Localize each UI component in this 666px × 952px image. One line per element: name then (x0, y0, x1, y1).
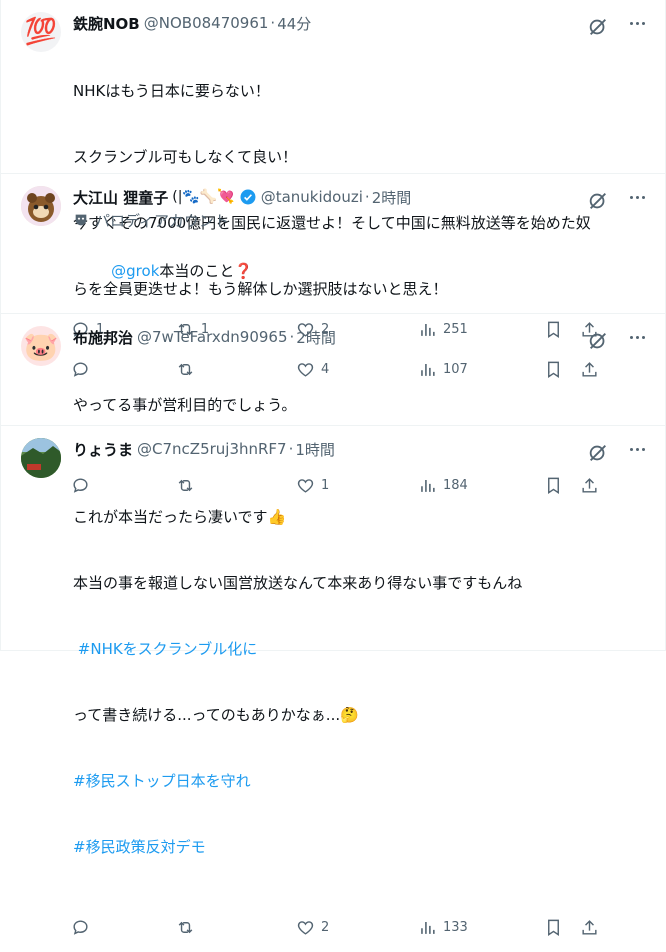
parody-label: パロディアカウント (73, 208, 599, 232)
avatar[interactable] (21, 438, 61, 478)
bookmark-button[interactable] (544, 918, 580, 937)
action-bar: 2 133 (71, 902, 599, 952)
separator-dot: · (364, 188, 370, 206)
hashtag-link[interactable]: #NHKをスクランブル化に (73, 638, 599, 660)
avatar-emoji: 💯 (24, 17, 58, 47)
avatar[interactable] (21, 186, 61, 226)
user-handle[interactable]: @tanukidouzi (261, 188, 363, 206)
display-name[interactable]: 鉄腕NOB (73, 13, 140, 34)
reply-feed: 💯 鉄腕NOB @NOB08470961 · 44分 NHKはもう日本に要らない… (0, 0, 666, 936)
views-button[interactable]: 133 (418, 918, 544, 937)
more-icon[interactable] (630, 196, 645, 199)
tweet-header: 布施邦治 @7wTeFarxdn90965 · 2時間 (73, 326, 599, 348)
grok-icon[interactable] (587, 330, 609, 352)
tweet[interactable]: 🐷 布施邦治 @7wTeFarxdn90965 · 2時間 やってる事が営利目的… (1, 314, 665, 494)
tweet[interactable]: りょうま @C7ncZ5ruj3hnRF7 · 1時間 これが本当だったら凄いで… (1, 426, 665, 936)
tweet[interactable]: 大江山 狸童子 (|🐾🦴💘 @tanukidouzi · 2時間 パロディアカウ… (1, 174, 665, 338)
mention-link[interactable]: @grok (111, 262, 159, 280)
retweet-button[interactable] (176, 918, 296, 937)
verified-badge-icon[interactable] (239, 188, 257, 206)
avatar[interactable]: 🐷 (21, 326, 61, 366)
like-button[interactable]: 2 (296, 918, 418, 937)
reply-button[interactable] (71, 918, 176, 937)
tweet-header: 大江山 狸童子 (|🐾🦴💘 @tanukidouzi · 2時間 (73, 186, 599, 208)
views-icon (421, 921, 435, 934)
tweet-header: りょうま @C7ncZ5ruj3hnRF7 · 1時間 (73, 438, 599, 460)
like-count: 2 (320, 919, 330, 935)
user-handle[interactable]: @NOB08470961 (144, 14, 269, 32)
avatar[interactable]: 💯 (21, 12, 61, 52)
reply-icon (73, 919, 88, 935)
display-name[interactable]: 布施邦治 (73, 327, 133, 348)
parody-text: パロディアカウント (95, 211, 229, 230)
text-line: スクランブル可もしなくて良い！ (73, 148, 298, 166)
separator-dot: · (288, 440, 294, 458)
mask-icon (75, 214, 87, 226)
landscape-avatar-icon (21, 438, 61, 478)
bookmark-icon (547, 919, 559, 936)
name-emoji-suffix: (|🐾🦴💘 (172, 189, 235, 205)
timestamp[interactable]: 1時間 (295, 439, 335, 460)
user-handle[interactable]: @C7ncZ5ruj3hnRF7 (137, 440, 287, 458)
display-name[interactable]: りょうま (73, 439, 133, 460)
heart-icon (297, 920, 314, 935)
text-line: NHKはもう日本に要らない！ (73, 82, 270, 100)
more-icon[interactable] (630, 22, 645, 25)
tanuki-avatar-icon (21, 186, 61, 226)
text-line: これが本当だったら凄いです👍 (73, 508, 287, 526)
avatar-emoji: 🐷 (23, 329, 59, 363)
share-icon (582, 919, 597, 935)
more-icon[interactable] (630, 336, 645, 339)
text-content: 本当のこと❓ (159, 262, 254, 280)
text-line: って書き続ける...ってのもありかなぁ...🤔 (73, 706, 359, 724)
timestamp[interactable]: 2時間 (372, 187, 412, 208)
separator-dot: · (270, 14, 276, 32)
tweet[interactable]: 💯 鉄腕NOB @NOB08470961 · 44分 NHKはもう日本に要らない… (1, 0, 665, 378)
hashtag-link[interactable]: #移民政策反対デモ (73, 836, 599, 858)
share-button[interactable] (580, 918, 599, 937)
tweet-header: 鉄腕NOB @NOB08470961 · 44分 (73, 12, 599, 34)
text-line: 本当の事を報道しない国営放送なんて本来あり得ない事ですもんね (73, 574, 523, 592)
user-handle[interactable]: @7wTeFarxdn90965 (137, 328, 287, 346)
tweet-text: これが本当だったら凄いです👍 本当の事を報道しない国営放送なんて本来あり得ない事… (73, 462, 599, 902)
grok-icon[interactable] (587, 442, 609, 464)
display-name[interactable]: 大江山 狸童子 (73, 187, 168, 208)
grok-icon[interactable] (587, 190, 609, 212)
tweet-text: @grok本当のこと❓ (73, 238, 599, 304)
hashtag-link[interactable]: #移民ストップ日本を守れ (73, 770, 599, 792)
view-count: 133 (442, 919, 468, 935)
timestamp[interactable]: 44分 (277, 13, 311, 34)
more-icon[interactable] (630, 448, 645, 451)
text-line: やってる事が営利目的でしょう。 (73, 396, 297, 414)
grok-icon[interactable] (587, 16, 609, 38)
separator-dot: · (289, 328, 295, 346)
retweet-icon (178, 921, 193, 933)
timestamp[interactable]: 2時間 (296, 327, 336, 348)
